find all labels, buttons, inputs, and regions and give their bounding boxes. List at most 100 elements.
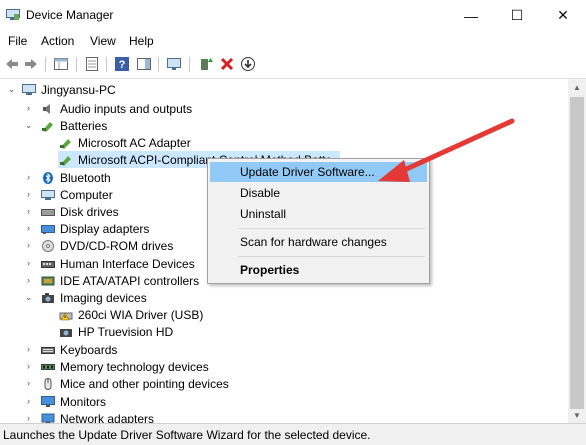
tree-root-label: Jingyansu-PC bbox=[41, 82, 116, 97]
camera-icon bbox=[42, 292, 54, 303]
collapse-arrow-icon[interactable]: ⌄ bbox=[24, 293, 33, 302]
computer-icon bbox=[22, 83, 36, 95]
computer-monitor-icon[interactable] bbox=[166, 56, 182, 72]
menu-separator bbox=[238, 256, 425, 257]
menu-file[interactable]: File bbox=[8, 34, 27, 48]
scroll-up-icon[interactable]: ▲ bbox=[568, 79, 586, 95]
expand-arrow-icon[interactable]: › bbox=[24, 104, 33, 113]
mouse-icon bbox=[44, 377, 52, 390]
keyboard-icon bbox=[41, 346, 55, 354]
toolbar-separator bbox=[106, 57, 107, 72]
expand-arrow-icon[interactable]: › bbox=[24, 414, 33, 423]
tree-item-label: Memory technology devices bbox=[60, 359, 209, 374]
properties-grid-icon[interactable] bbox=[53, 56, 69, 72]
close-button[interactable]: ✕ bbox=[540, 0, 586, 31]
expand-arrow-icon[interactable]: › bbox=[24, 397, 33, 406]
tree-item-hp-truevision[interactable]: HP Truevision HD bbox=[59, 323, 173, 340]
toolbar-separator bbox=[189, 57, 190, 72]
svg-text:?: ? bbox=[119, 59, 126, 71]
tree-item-label: Audio inputs and outputs bbox=[60, 101, 193, 116]
memory-icon bbox=[41, 363, 55, 370]
status-bar: Launches the Update Driver Software Wiza… bbox=[0, 423, 586, 445]
disk-icon bbox=[41, 208, 55, 216]
tree-item-label: Display adapters bbox=[60, 221, 150, 236]
toolbar-separator bbox=[45, 57, 46, 72]
monitor-icon bbox=[41, 395, 55, 407]
webcam-icon bbox=[60, 328, 72, 337]
device-manager-icon bbox=[6, 9, 20, 20]
menu-scan-hardware[interactable]: Scan for hardware changes bbox=[210, 232, 427, 252]
tree-item-label: Disk drives bbox=[60, 204, 119, 219]
ide-icon bbox=[41, 276, 55, 285]
network-icon bbox=[41, 413, 55, 423]
expand-arrow-icon[interactable]: › bbox=[24, 207, 33, 216]
toolbar-separator bbox=[76, 57, 77, 72]
display-icon bbox=[41, 224, 55, 234]
computer-icon bbox=[41, 189, 55, 200]
menu-action[interactable]: Action bbox=[41, 34, 74, 48]
dvd-icon bbox=[42, 239, 54, 252]
speaker-icon bbox=[43, 103, 50, 114]
action-pane-icon[interactable] bbox=[136, 56, 152, 72]
tree-item-label: Human Interface Devices bbox=[60, 256, 195, 271]
help-icon[interactable]: ? bbox=[114, 56, 130, 72]
menu-uninstall[interactable]: Uninstall bbox=[210, 204, 427, 224]
warning-scanner-icon bbox=[59, 311, 73, 320]
expand-arrow-icon[interactable]: › bbox=[24, 224, 33, 233]
vertical-scrollbar[interactable]: ▲ ▼ bbox=[568, 79, 586, 423]
expand-arrow-icon[interactable]: › bbox=[24, 276, 33, 285]
scan-download-icon[interactable] bbox=[240, 56, 256, 72]
tree-item-label: DVD/CD-ROM drives bbox=[60, 238, 174, 253]
tree-item-label: Bluetooth bbox=[60, 170, 111, 185]
toolbar-separator bbox=[158, 57, 159, 72]
menu-separator bbox=[238, 228, 425, 229]
tree-item-label: Microsoft AC Adapter bbox=[78, 135, 191, 150]
battery-icon bbox=[60, 155, 71, 166]
expand-arrow-icon[interactable]: › bbox=[24, 259, 33, 268]
bluetooth-icon bbox=[43, 171, 53, 184]
status-text: Launches the Update Driver Software Wiza… bbox=[3, 428, 371, 442]
tree-item-label: Mice and other pointing devices bbox=[60, 376, 229, 391]
tree-item-label: Keyboards bbox=[60, 342, 118, 357]
tree-item-ac-adapter[interactable]: Microsoft AC Adapter bbox=[59, 134, 191, 151]
menu-update-driver[interactable]: Update Driver Software... bbox=[210, 162, 427, 182]
window-title: Device Manager bbox=[26, 8, 114, 22]
menu-disable[interactable]: Disable bbox=[210, 183, 427, 203]
tree-item-label: Imaging devices bbox=[60, 290, 147, 305]
forward-icon[interactable] bbox=[23, 56, 39, 72]
menu-properties[interactable]: Properties bbox=[210, 260, 427, 280]
tree-item-label: 260ci WIA Driver (USB) bbox=[78, 307, 204, 322]
scroll-down-icon[interactable]: ▼ bbox=[568, 407, 586, 423]
menu-bar: File Action View Help bbox=[0, 31, 586, 51]
battery-icon bbox=[42, 121, 53, 132]
expand-arrow-icon[interactable]: › bbox=[24, 241, 33, 250]
menu-help[interactable]: Help bbox=[129, 34, 154, 48]
tree-item-label: Network adapters bbox=[60, 411, 155, 424]
tree-item-260ci-driver[interactable]: 260ci WIA Driver (USB) bbox=[59, 306, 203, 323]
expand-arrow-icon[interactable]: › bbox=[24, 190, 33, 199]
expand-arrow-icon[interactable]: › bbox=[24, 379, 33, 388]
hid-icon bbox=[41, 260, 55, 268]
menu-view[interactable]: View bbox=[90, 34, 116, 48]
update-driver-icon[interactable] bbox=[198, 56, 214, 72]
tree-item-label: Computer bbox=[60, 187, 113, 202]
battery-icon bbox=[60, 138, 71, 149]
back-icon[interactable] bbox=[4, 56, 20, 72]
tree-item-label: IDE ATA/ATAPI controllers bbox=[60, 273, 200, 288]
expand-arrow-icon[interactable]: › bbox=[24, 345, 33, 354]
expand-arrow-icon[interactable]: › bbox=[24, 362, 33, 371]
uninstall-icon[interactable] bbox=[219, 56, 235, 72]
scroll-thumb[interactable] bbox=[570, 97, 584, 409]
show-hide-tree-icon[interactable] bbox=[84, 56, 100, 72]
minimize-button[interactable]: — bbox=[448, 0, 494, 31]
collapse-arrow-icon[interactable]: ⌄ bbox=[24, 121, 33, 130]
tree-item-label: Monitors bbox=[60, 394, 107, 409]
title-bar: Device Manager — ☐ ✕ bbox=[0, 0, 586, 31]
tree-item-label: HP Truevision HD bbox=[78, 324, 174, 339]
collapse-arrow-icon[interactable]: ⌄ bbox=[7, 85, 16, 94]
tree-item-label: Batteries bbox=[60, 118, 108, 133]
toolbar: ? bbox=[0, 51, 586, 79]
expand-arrow-icon[interactable]: › bbox=[24, 173, 33, 182]
maximize-button[interactable]: ☐ bbox=[494, 0, 540, 31]
context-menu: Update Driver Software... Disable Uninst… bbox=[207, 158, 430, 284]
